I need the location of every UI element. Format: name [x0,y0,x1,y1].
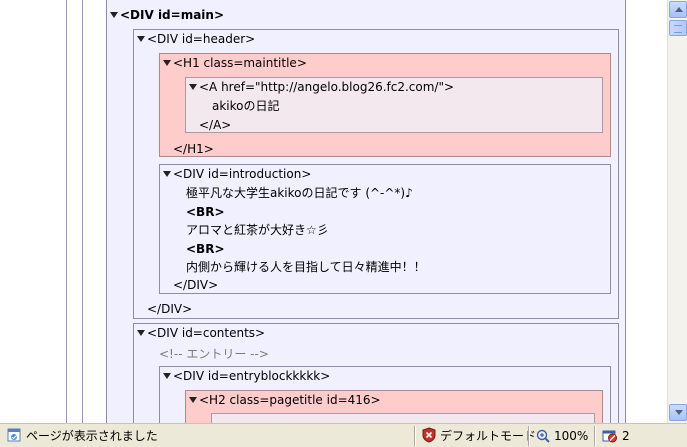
text-a-content: akikoの日記 [212,99,280,113]
nesting-guide [82,0,83,423]
comment-entry: <!-- エントリー --> [159,347,269,361]
node-h2[interactable]: <H2 class=pagetitle id=416> [189,391,381,409]
node-div-header-close: </DIV> [147,302,193,316]
scroll-down-button[interactable] [669,404,687,421]
text-intro-line2: アロマと紅茶が大好き☆彡 [186,223,329,237]
scroll-up-button[interactable] [669,1,687,18]
zoom-level[interactable]: 100% [532,426,592,446]
collapse-triangle-icon[interactable] [163,171,171,177]
status-separator [528,426,530,446]
status-separator [594,426,596,446]
nesting-guide [66,0,67,423]
h2-child-block [211,413,595,423]
collapse-triangle-icon[interactable] [189,397,197,403]
status-separator [414,426,416,446]
collapse-triangle-icon[interactable] [163,60,171,66]
collapse-triangle-icon[interactable] [110,12,118,18]
node-br: <BR> [186,205,225,219]
arrow-up-icon [675,7,683,12]
collapse-triangle-icon[interactable] [163,373,171,379]
text-intro-line1: 極平凡な大学生akikoの日記です (^-^*)♪ [186,186,413,200]
node-a-close: </A> [199,118,232,132]
zoom-icon [536,429,550,443]
scrollbar-thumb[interactable] [669,20,687,36]
popup-blocker[interactable]: 2 [598,426,658,446]
node-div-main[interactable]: <DIV id=main> [110,6,224,24]
page-done-icon [7,428,21,442]
popup-blocker-icon [602,430,617,443]
status-message: ページが表示されました [2,426,412,446]
security-mode[interactable]: デフォルトモード [418,426,536,446]
collapse-triangle-icon[interactable] [137,330,145,336]
status-bar: ページが表示されました デフォルトモード 100% 2 [0,423,687,447]
text-intro-line3: 内側から輝ける人を目指して日々精進中！！ [186,260,426,274]
node-div-introduction-close: </DIV> [173,278,219,292]
collapse-triangle-icon[interactable] [137,36,145,42]
dom-tree-view: <DIV id=main> <DIV id=header> <H1 class=… [0,0,667,423]
vertical-scrollbar[interactable] [667,0,687,423]
node-div-introduction[interactable]: <DIV id=introduction> [163,165,311,183]
collapse-triangle-icon[interactable] [189,84,197,90]
shield-icon [422,427,436,443]
node-a[interactable]: <A href="http://angelo.blog26.fc2.com/"> [189,78,454,96]
node-div-header[interactable]: <DIV id=header> [137,30,255,48]
node-br: <BR> [186,242,225,256]
node-h1-close: </H1> [173,142,214,156]
arrow-down-icon [675,410,683,415]
node-h1[interactable]: <H1 class=maintitle> [163,54,307,72]
node-div-entryblock[interactable]: <DIV id=entryblockkkkk> [163,367,330,385]
node-div-contents[interactable]: <DIV id=contents> [137,324,265,342]
